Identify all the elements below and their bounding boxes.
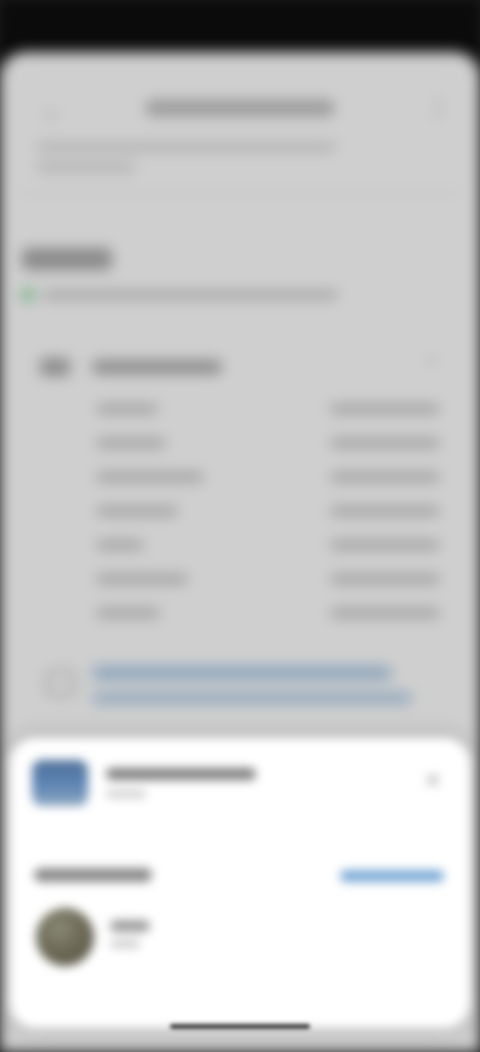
list-header-icon: [40, 358, 70, 376]
section-heading: [22, 248, 112, 270]
home-indicator[interactable]: [170, 1024, 310, 1029]
link-icon: [46, 670, 76, 696]
item-title: [106, 768, 256, 780]
bottom-sheet: ✕: [10, 738, 470, 1028]
page-header: ← ⋮: [30, 94, 450, 126]
chevron-up-icon[interactable]: ⌃: [423, 354, 440, 379]
detail-row: [0, 528, 480, 562]
item-thumbnail: [32, 760, 88, 806]
avatar[interactable]: [36, 908, 94, 966]
detail-row: [0, 392, 480, 426]
section-status-text: [42, 290, 338, 300]
link-text[interactable]: [92, 666, 392, 680]
item-subtitle: [106, 790, 146, 798]
detail-row: [0, 562, 480, 596]
more-icon[interactable]: ⋮: [426, 94, 450, 123]
status-bar: [0, 0, 480, 60]
page-title-placeholder: [145, 100, 335, 116]
detail-row: [0, 460, 480, 494]
detail-rows: [0, 392, 480, 630]
page-subtitle-line: [36, 142, 336, 152]
list-header-label[interactable]: [92, 360, 222, 374]
detail-row: [0, 596, 480, 630]
detail-row: [0, 494, 480, 528]
close-icon[interactable]: ✕: [424, 768, 442, 794]
status-indicator-icon: [22, 289, 34, 301]
section-label: [34, 868, 152, 882]
section-action-link[interactable]: [340, 870, 444, 882]
back-arrow-icon[interactable]: ←: [40, 98, 64, 126]
divider: [20, 192, 460, 194]
detail-row: [0, 426, 480, 460]
contact-meta: [110, 940, 140, 948]
contact-name: [110, 920, 150, 932]
page-subtitle-line-2: [36, 162, 136, 172]
link-text-line-2[interactable]: [92, 692, 412, 704]
